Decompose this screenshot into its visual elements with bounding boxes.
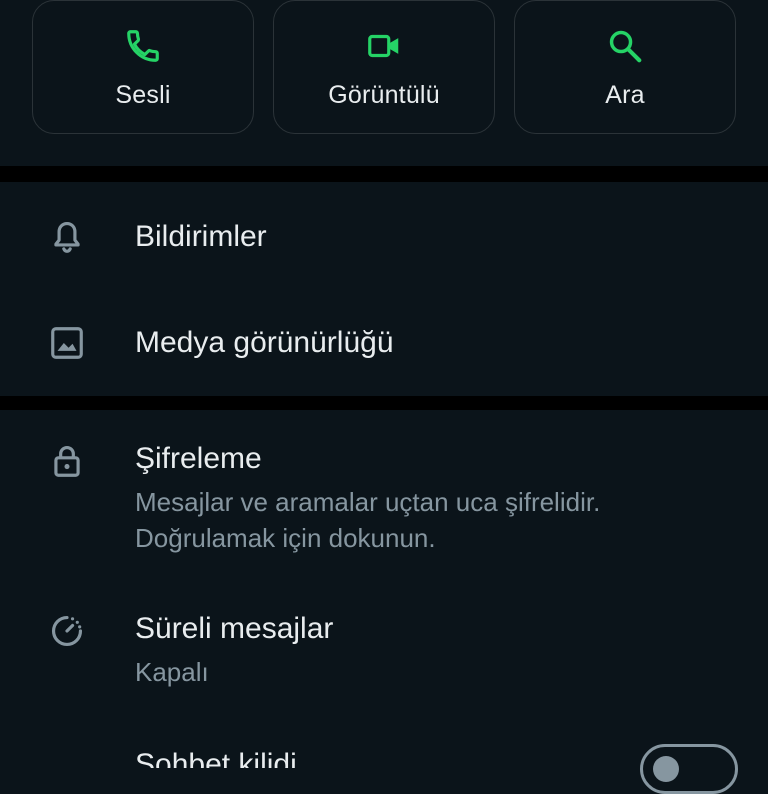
quick-actions-bar: Sesli Görüntülü Ara [0, 0, 768, 166]
media-visibility-row[interactable]: Medya görünürlüğü [0, 290, 768, 396]
notifications-title: Bildirimler [135, 220, 267, 253]
notifications-row[interactable]: Bildirimler [0, 182, 768, 290]
timer-icon [51, 615, 83, 647]
search-label: Ara [605, 81, 645, 109]
video-call-button[interactable]: Görüntülü [273, 0, 495, 134]
search-icon [609, 30, 642, 63]
media-visibility-title: Medya görünürlüğü [135, 326, 394, 359]
disappearing-messages-status: Kapalı [135, 657, 209, 687]
chat-lock-title: Sohbet kilidi [135, 748, 297, 768]
encryption-subtitle-line1: Mesajlar ve aramalar uçtan uca şifrelidi… [135, 487, 601, 517]
lock-icon [54, 445, 80, 477]
disappearing-messages-row[interactable]: Süreli mesajlar Kapalı [0, 590, 768, 720]
phone-icon [127, 30, 159, 62]
disappearing-messages-title: Süreli mesajlar [135, 612, 334, 645]
section-divider [0, 396, 768, 410]
search-button[interactable]: Ara [514, 0, 736, 134]
video-call-label: Görüntülü [328, 81, 440, 109]
section-divider [0, 166, 768, 182]
video-icon [368, 34, 399, 58]
bell-icon [54, 221, 80, 253]
voice-call-button[interactable]: Sesli [32, 0, 254, 134]
encryption-subtitle-line2: Doğrulamak için dokunun. [135, 523, 436, 553]
image-icon [51, 327, 83, 359]
encryption-title: Şifreleme [135, 442, 262, 475]
voice-call-label: Sesli [115, 81, 171, 109]
encryption-row[interactable]: Şifreleme Mesajlar ve aramalar uçtan uca… [0, 410, 768, 590]
chat-lock-toggle[interactable] [640, 744, 738, 794]
toggle-knob [653, 756, 679, 782]
